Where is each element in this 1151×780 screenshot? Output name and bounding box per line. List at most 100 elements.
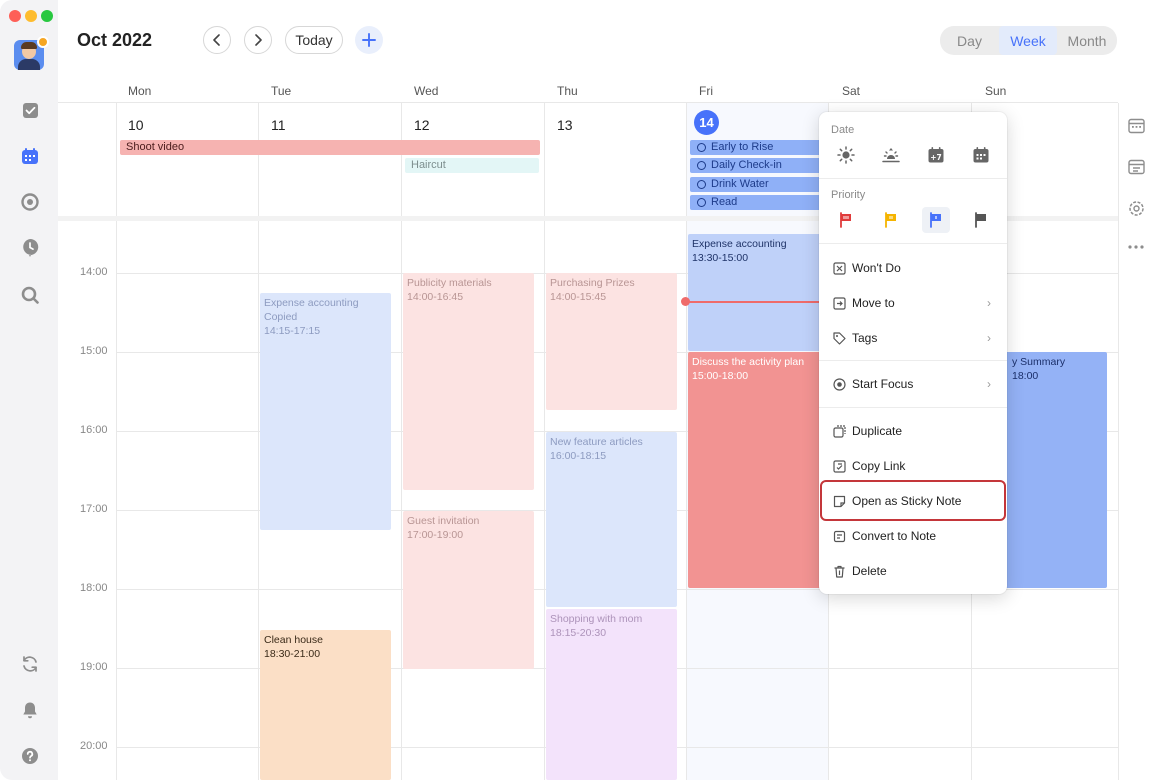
event-wed-guest[interactable]: Guest invitation 17:00-19:00 bbox=[403, 511, 534, 669]
premium-badge-icon bbox=[37, 36, 49, 48]
chevron-right-icon: › bbox=[987, 377, 991, 391]
fri-task-daily-check-in[interactable]: Daily Check-in bbox=[690, 158, 825, 173]
day-number-wed[interactable]: 12 bbox=[414, 117, 430, 133]
priority-medium-button[interactable] bbox=[877, 207, 905, 233]
event-wed-publicity[interactable]: Publicity materials 14:00-16:45 bbox=[403, 273, 534, 490]
chevron-right-icon bbox=[255, 34, 262, 46]
next-week-button[interactable] bbox=[244, 26, 272, 54]
focus-target-icon[interactable] bbox=[20, 192, 40, 212]
grid-col-divider bbox=[116, 103, 117, 780]
minimize-window-button[interactable] bbox=[25, 10, 37, 22]
event-thu-shopping[interactable]: Shopping with mom 18:15-20:30 bbox=[546, 609, 677, 780]
view-switcher: Day Week Month bbox=[940, 26, 1117, 55]
chevron-left-icon bbox=[213, 34, 220, 46]
event-tue-clean-house[interactable]: Clean house 18:30-21:00 bbox=[260, 630, 391, 780]
focus-icon bbox=[833, 378, 846, 391]
day-header-fri: Fri bbox=[699, 84, 713, 98]
priority-low-button[interactable] bbox=[922, 207, 950, 233]
time-label: 16:00 bbox=[80, 424, 108, 436]
menu-item-move-to[interactable]: Move to › bbox=[819, 288, 1007, 318]
clock-icon bbox=[697, 198, 706, 207]
day-number-tue[interactable]: 11 bbox=[271, 117, 286, 133]
left-sidebar bbox=[0, 0, 58, 780]
calendar-icon[interactable] bbox=[20, 146, 40, 166]
day-number-thu[interactable]: 13 bbox=[557, 117, 573, 133]
event-context-menu: Date +7 Priority Won't Do Move to › Tags… bbox=[819, 112, 1007, 594]
time-label: 15:00 bbox=[80, 345, 108, 357]
fri-task-drink-water[interactable]: Drink Water bbox=[690, 177, 825, 192]
event-fri-discuss[interactable]: Discuss the activity plan 15:00-18:00 bbox=[688, 352, 826, 588]
date-next-week-button[interactable]: +7 bbox=[922, 142, 950, 168]
tasks-checkbox-icon[interactable] bbox=[20, 100, 40, 120]
search-icon[interactable] bbox=[20, 285, 40, 305]
date-section-label: Date bbox=[831, 124, 855, 136]
tag-icon bbox=[833, 332, 846, 345]
today-button[interactable]: Today bbox=[285, 26, 343, 54]
day-number-today[interactable]: 14 bbox=[694, 110, 719, 135]
view-day-button[interactable]: Day bbox=[940, 26, 999, 55]
date-today-button[interactable] bbox=[832, 142, 860, 168]
blue-flag-icon bbox=[930, 212, 941, 228]
avatar[interactable] bbox=[14, 36, 49, 70]
prev-week-button[interactable] bbox=[203, 26, 231, 54]
time-label: 20:00 bbox=[80, 740, 108, 752]
menu-item-tags[interactable]: Tags › bbox=[819, 323, 1007, 353]
grid-col-divider bbox=[1118, 103, 1119, 780]
event-thu-articles[interactable]: New feature articles 16:00-18:15 bbox=[546, 432, 677, 607]
menu-item-delete[interactable]: Delete bbox=[819, 556, 1007, 586]
add-event-button[interactable] bbox=[355, 26, 383, 54]
day-number-mon[interactable]: 10 bbox=[128, 117, 144, 133]
allday-event-haircut[interactable]: Haircut bbox=[405, 158, 539, 173]
time-label: 17:00 bbox=[80, 503, 108, 515]
view-month-button[interactable]: Month bbox=[1057, 26, 1117, 55]
chevron-right-icon: › bbox=[987, 331, 991, 345]
view-week-button[interactable]: Week bbox=[999, 26, 1057, 55]
close-window-button[interactable] bbox=[9, 10, 21, 22]
plus-icon bbox=[362, 33, 376, 47]
priority-none-button[interactable] bbox=[967, 207, 995, 233]
menu-item-duplicate[interactable]: Duplicate bbox=[819, 416, 1007, 446]
calendar-list-icon[interactable] bbox=[1127, 157, 1145, 175]
note-convert-icon bbox=[833, 530, 846, 543]
month-title: Oct 2022 bbox=[77, 30, 153, 50]
grid-col-divider bbox=[401, 103, 402, 780]
event-tue-expense[interactable]: Expense accounting Copied 14:15-17:15 bbox=[260, 293, 391, 530]
event-fri-expense[interactable]: Expense accounting 13:30-15:00 bbox=[688, 234, 826, 351]
fri-task-read[interactable]: Read bbox=[690, 195, 825, 210]
grid-col-divider bbox=[686, 103, 687, 780]
more-options-icon[interactable] bbox=[1127, 238, 1145, 256]
time-label: 19:00 bbox=[80, 661, 108, 673]
day-header-thu: Thu bbox=[557, 84, 578, 98]
help-icon[interactable] bbox=[20, 746, 40, 766]
svg-text:+7: +7 bbox=[930, 153, 942, 162]
date-custom-button[interactable] bbox=[967, 142, 995, 168]
menu-item-convert-to-note[interactable]: Convert to Note bbox=[819, 521, 1007, 551]
fri-task-early-to-rise[interactable]: Early to Rise bbox=[690, 140, 825, 155]
app-window: Oct 2022 Today Day Week Month Mon Tue We… bbox=[0, 0, 1151, 780]
day-header-sun: Sun bbox=[985, 84, 1007, 98]
sync-icon[interactable] bbox=[20, 654, 40, 674]
menu-separator bbox=[819, 407, 1007, 408]
menu-item-wont-do[interactable]: Won't Do bbox=[819, 253, 1007, 283]
date-tomorrow-button[interactable] bbox=[877, 142, 905, 168]
menu-item-start-focus[interactable]: Start Focus › bbox=[819, 369, 1007, 399]
time-label: 18:00 bbox=[80, 582, 108, 594]
menu-separator bbox=[819, 243, 1007, 244]
clock-icon bbox=[697, 143, 706, 152]
menu-separator bbox=[819, 360, 1007, 361]
allday-event-shoot-video[interactable]: Shoot video bbox=[120, 140, 540, 155]
habit-clock-icon[interactable] bbox=[20, 238, 40, 258]
settings-gear-icon[interactable] bbox=[1127, 199, 1145, 217]
bell-icon[interactable] bbox=[20, 700, 40, 720]
calendar-grid-icon[interactable] bbox=[1127, 116, 1145, 134]
gray-flag-icon bbox=[975, 212, 986, 228]
priority-high-button[interactable] bbox=[832, 207, 860, 233]
event-thu-prizes[interactable]: Purchasing Prizes 14:00-15:45 bbox=[546, 273, 677, 410]
zoom-window-button[interactable] bbox=[41, 10, 53, 22]
day-header-tue: Tue bbox=[271, 84, 292, 98]
day-header-sat: Sat bbox=[842, 84, 861, 98]
calendar-plus7-icon: +7 bbox=[928, 147, 944, 163]
menu-item-copy-link[interactable]: Copy Link bbox=[819, 451, 1007, 481]
current-time-line bbox=[687, 301, 828, 303]
day-header-wed: Wed bbox=[414, 84, 439, 98]
